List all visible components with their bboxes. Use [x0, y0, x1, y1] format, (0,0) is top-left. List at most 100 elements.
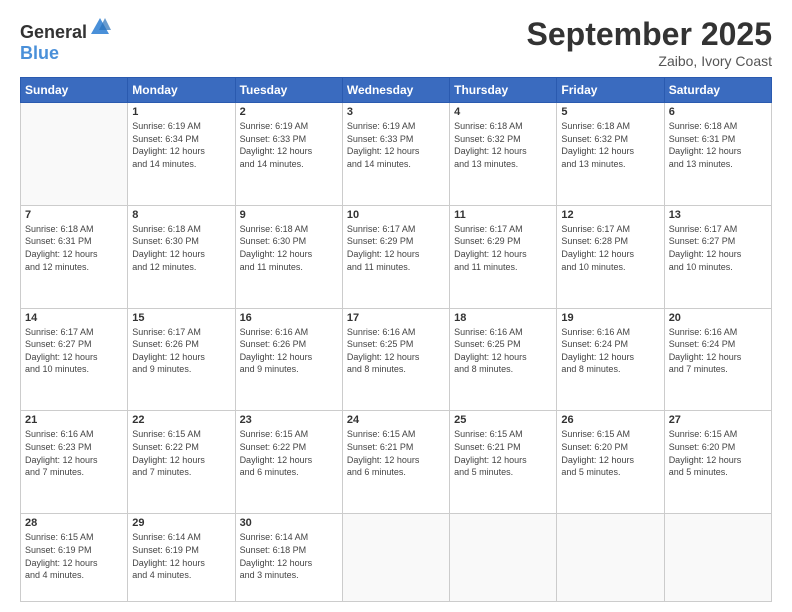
day-detail: Sunrise: 6:14 AM Sunset: 6:18 PM Dayligh…	[240, 531, 338, 581]
day-number: 26	[561, 414, 659, 426]
day-number: 30	[240, 517, 338, 529]
day-detail: Sunrise: 6:17 AM Sunset: 6:28 PM Dayligh…	[561, 223, 659, 273]
calendar-table: SundayMondayTuesdayWednesdayThursdayFrid…	[20, 77, 772, 602]
calendar-cell: 6 Sunrise: 6:18 AM Sunset: 6:31 PM Daylig…	[664, 103, 771, 206]
day-detail: Sunrise: 6:15 AM Sunset: 6:20 PM Dayligh…	[669, 428, 767, 478]
day-number: 28	[25, 517, 123, 529]
day-detail: Sunrise: 6:17 AM Sunset: 6:26 PM Dayligh…	[132, 326, 230, 376]
day-number: 19	[561, 312, 659, 324]
calendar-cell: 7Sunrise: 6:18 AM Sunset: 6:31 PM Daylig…	[21, 205, 128, 308]
day-number: 11	[454, 209, 552, 221]
day-detail: Sunrise: 6:17 AM Sunset: 6:27 PM Dayligh…	[25, 326, 123, 376]
calendar-week-row: 1 Sunrise: 6:19 AM Sunset: 6:34 PM Daylig…	[21, 103, 772, 206]
calendar-cell: 10Sunrise: 6:17 AM Sunset: 6:29 PM Dayli…	[342, 205, 449, 308]
header: General Blue September 2025 Zaibo, Ivory…	[20, 16, 772, 69]
day-number: 13	[669, 209, 767, 221]
day-detail: Sunrise: 6:18 AM Sunset: 6:31 PM Dayligh…	[669, 120, 767, 170]
day-number: 6	[669, 106, 767, 118]
day-detail: Sunrise: 6:18 AM Sunset: 6:32 PM Dayligh…	[561, 120, 659, 170]
day-detail: Sunrise: 6:15 AM Sunset: 6:22 PM Dayligh…	[132, 428, 230, 478]
calendar-cell: 16 Sunrise: 6:16 AM Sunset: 6:26 PM Dayli…	[235, 308, 342, 411]
logo-icon	[89, 16, 111, 38]
day-detail: Sunrise: 6:15 AM Sunset: 6:21 PM Dayligh…	[454, 428, 552, 478]
calendar-week-row: 14Sunrise: 6:17 AM Sunset: 6:27 PM Dayli…	[21, 308, 772, 411]
calendar-cell	[557, 514, 664, 602]
calendar-cell	[21, 103, 128, 206]
calendar-cell: 9Sunrise: 6:18 AM Sunset: 6:30 PM Daylig…	[235, 205, 342, 308]
calendar-week-row: 7Sunrise: 6:18 AM Sunset: 6:31 PM Daylig…	[21, 205, 772, 308]
calendar-cell: 28 Sunrise: 6:15 AM Sunset: 6:19 PM Dayli…	[21, 514, 128, 602]
day-number: 29	[132, 517, 230, 529]
calendar-cell: 14Sunrise: 6:17 AM Sunset: 6:27 PM Dayli…	[21, 308, 128, 411]
calendar-cell: 25Sunrise: 6:15 AM Sunset: 6:21 PM Dayli…	[450, 411, 557, 514]
day-of-week-header: Friday	[557, 78, 664, 103]
calendar-cell: 13 Sunrise: 6:17 AM Sunset: 6:27 PM Dayli…	[664, 205, 771, 308]
day-of-week-header: Monday	[128, 78, 235, 103]
day-number: 2	[240, 106, 338, 118]
calendar-cell: 4Sunrise: 6:18 AM Sunset: 6:32 PM Daylig…	[450, 103, 557, 206]
calendar-cell: 15 Sunrise: 6:17 AM Sunset: 6:26 PM Dayli…	[128, 308, 235, 411]
day-number: 12	[561, 209, 659, 221]
day-detail: Sunrise: 6:16 AM Sunset: 6:25 PM Dayligh…	[454, 326, 552, 376]
calendar-cell: 19 Sunrise: 6:16 AM Sunset: 6:24 PM Dayli…	[557, 308, 664, 411]
calendar-cell: 27 Sunrise: 6:15 AM Sunset: 6:20 PM Dayli…	[664, 411, 771, 514]
location: Zaibo, Ivory Coast	[527, 53, 772, 69]
calendar-cell: 23Sunrise: 6:15 AM Sunset: 6:22 PM Dayli…	[235, 411, 342, 514]
day-number: 3	[347, 106, 445, 118]
day-detail: Sunrise: 6:19 AM Sunset: 6:33 PM Dayligh…	[347, 120, 445, 170]
calendar-cell: 20Sunrise: 6:16 AM Sunset: 6:24 PM Dayli…	[664, 308, 771, 411]
day-of-week-header: Sunday	[21, 78, 128, 103]
day-detail: Sunrise: 6:16 AM Sunset: 6:24 PM Dayligh…	[561, 326, 659, 376]
day-detail: Sunrise: 6:19 AM Sunset: 6:33 PM Dayligh…	[240, 120, 338, 170]
page: General Blue September 2025 Zaibo, Ivory…	[0, 0, 792, 612]
day-number: 22	[132, 414, 230, 426]
day-number: 9	[240, 209, 338, 221]
calendar-cell: 21 Sunrise: 6:16 AM Sunset: 6:23 PM Dayli…	[21, 411, 128, 514]
calendar-cell: 29Sunrise: 6:14 AM Sunset: 6:19 PM Dayli…	[128, 514, 235, 602]
day-detail: Sunrise: 6:16 AM Sunset: 6:24 PM Dayligh…	[669, 326, 767, 376]
logo-general: General	[20, 22, 87, 42]
day-number: 24	[347, 414, 445, 426]
day-detail: Sunrise: 6:19 AM Sunset: 6:34 PM Dayligh…	[132, 120, 230, 170]
title-block: September 2025 Zaibo, Ivory Coast	[527, 16, 772, 69]
day-number: 1	[132, 106, 230, 118]
calendar-cell: 3 Sunrise: 6:19 AM Sunset: 6:33 PM Daylig…	[342, 103, 449, 206]
calendar-cell: 18 Sunrise: 6:16 AM Sunset: 6:25 PM Dayli…	[450, 308, 557, 411]
day-detail: Sunrise: 6:15 AM Sunset: 6:19 PM Dayligh…	[25, 531, 123, 581]
calendar-cell	[342, 514, 449, 602]
day-number: 8	[132, 209, 230, 221]
calendar-cell: 26 Sunrise: 6:15 AM Sunset: 6:20 PM Dayli…	[557, 411, 664, 514]
day-number: 5	[561, 106, 659, 118]
logo-blue: Blue	[20, 43, 59, 63]
day-number: 18	[454, 312, 552, 324]
calendar-cell: 1 Sunrise: 6:19 AM Sunset: 6:34 PM Daylig…	[128, 103, 235, 206]
day-detail: Sunrise: 6:16 AM Sunset: 6:23 PM Dayligh…	[25, 428, 123, 478]
calendar-cell: 5 Sunrise: 6:18 AM Sunset: 6:32 PM Daylig…	[557, 103, 664, 206]
calendar-week-row: 21 Sunrise: 6:16 AM Sunset: 6:23 PM Dayli…	[21, 411, 772, 514]
calendar-cell: 12 Sunrise: 6:17 AM Sunset: 6:28 PM Dayli…	[557, 205, 664, 308]
day-number: 27	[669, 414, 767, 426]
day-number: 21	[25, 414, 123, 426]
calendar-cell: 8Sunrise: 6:18 AM Sunset: 6:30 PM Daylig…	[128, 205, 235, 308]
day-detail: Sunrise: 6:17 AM Sunset: 6:29 PM Dayligh…	[454, 223, 552, 273]
calendar-cell: 2 Sunrise: 6:19 AM Sunset: 6:33 PM Daylig…	[235, 103, 342, 206]
day-detail: Sunrise: 6:16 AM Sunset: 6:26 PM Dayligh…	[240, 326, 338, 376]
month-title: September 2025	[527, 16, 772, 53]
calendar-cell: 24Sunrise: 6:15 AM Sunset: 6:21 PM Dayli…	[342, 411, 449, 514]
calendar-cell: 11 Sunrise: 6:17 AM Sunset: 6:29 PM Dayli…	[450, 205, 557, 308]
day-detail: Sunrise: 6:17 AM Sunset: 6:27 PM Dayligh…	[669, 223, 767, 273]
day-of-week-header: Thursday	[450, 78, 557, 103]
day-of-week-header: Saturday	[664, 78, 771, 103]
day-number: 15	[132, 312, 230, 324]
day-detail: Sunrise: 6:16 AM Sunset: 6:25 PM Dayligh…	[347, 326, 445, 376]
day-number: 16	[240, 312, 338, 324]
logo-text: General Blue	[20, 16, 111, 64]
calendar-cell: 30 Sunrise: 6:14 AM Sunset: 6:18 PM Dayli…	[235, 514, 342, 602]
calendar-cell: 22 Sunrise: 6:15 AM Sunset: 6:22 PM Dayli…	[128, 411, 235, 514]
day-number: 10	[347, 209, 445, 221]
calendar-week-row: 28 Sunrise: 6:15 AM Sunset: 6:19 PM Dayli…	[21, 514, 772, 602]
day-detail: Sunrise: 6:15 AM Sunset: 6:20 PM Dayligh…	[561, 428, 659, 478]
calendar-cell: 17Sunrise: 6:16 AM Sunset: 6:25 PM Dayli…	[342, 308, 449, 411]
day-of-week-header: Wednesday	[342, 78, 449, 103]
day-detail: Sunrise: 6:18 AM Sunset: 6:31 PM Dayligh…	[25, 223, 123, 273]
